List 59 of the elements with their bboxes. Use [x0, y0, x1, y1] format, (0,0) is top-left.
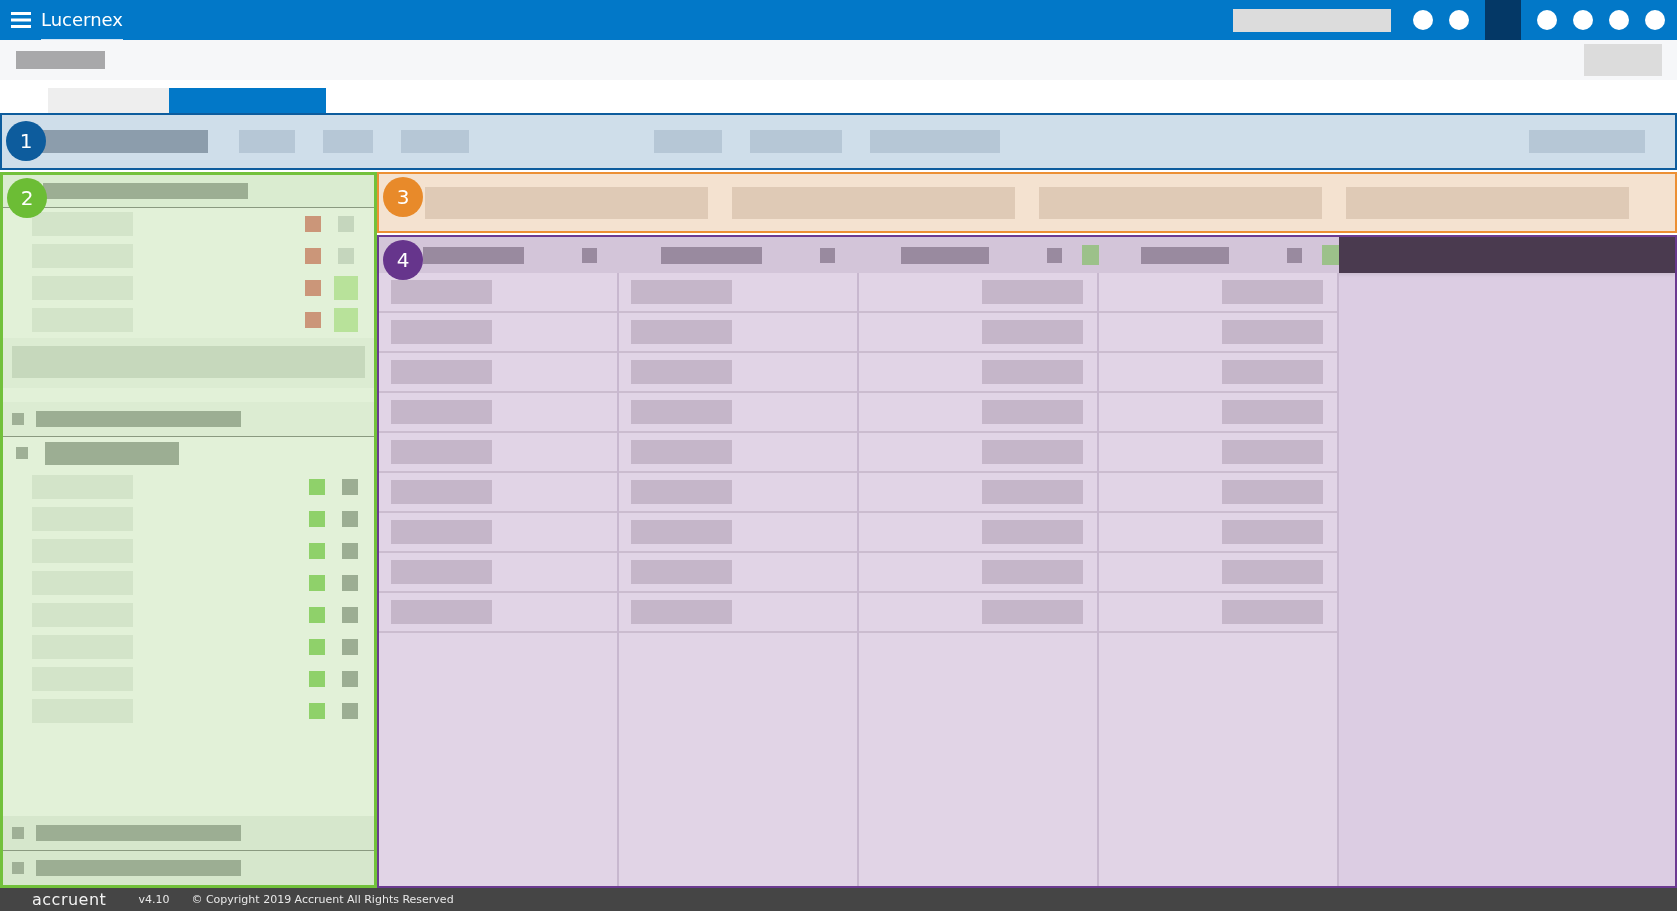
tab[interactable] — [169, 88, 326, 113]
square-icon — [305, 280, 321, 296]
copyright-text: © Copyright 2019 Accruent All Rights Reserved — [191, 893, 454, 906]
menu-icon[interactable] — [11, 12, 31, 28]
checkbox[interactable] — [338, 248, 354, 264]
tab[interactable] — [48, 88, 169, 113]
version-text: v4.10 — [138, 893, 170, 906]
placeholder-bar — [323, 130, 373, 153]
circle-icon[interactable] — [1413, 10, 1433, 30]
square-icon — [820, 247, 835, 263]
checkbox[interactable] — [338, 216, 354, 232]
placeholder-field[interactable] — [1346, 186, 1629, 219]
square-icon — [342, 607, 358, 623]
search-field[interactable] — [1233, 8, 1391, 32]
square-icon — [309, 543, 325, 559]
region-badge: 3 — [383, 177, 423, 217]
square-icon — [305, 312, 321, 328]
circle-icon[interactable] — [1449, 10, 1469, 30]
square-icon — [342, 639, 358, 655]
square-icon — [309, 511, 325, 527]
circle-icon[interactable] — [1645, 10, 1665, 30]
checkbox[interactable] — [334, 308, 358, 332]
square-icon — [342, 543, 358, 559]
square-icon — [342, 511, 358, 527]
square-icon — [309, 607, 325, 623]
placeholder-bar — [401, 130, 469, 153]
square-icon — [1286, 247, 1302, 263]
placeholder-bar — [239, 130, 295, 153]
square-icon — [342, 479, 358, 495]
placeholder-bar — [654, 130, 722, 153]
square-icon — [309, 703, 325, 719]
square-icon — [16, 447, 28, 459]
square-icon — [309, 479, 325, 495]
square-icon — [309, 671, 325, 687]
square-icon — [309, 575, 325, 591]
circle-icon[interactable] — [1537, 10, 1557, 30]
square-icon — [342, 703, 358, 719]
filter-indicator — [1321, 245, 1339, 265]
region-badge: 1 — [6, 121, 46, 161]
footer-logo: accruent — [32, 890, 107, 909]
square-icon — [582, 247, 597, 263]
square-icon — [12, 413, 24, 425]
circle-icon[interactable] — [1609, 10, 1629, 30]
placeholder-field[interactable] — [732, 186, 1015, 219]
circle-icon[interactable] — [1573, 10, 1593, 30]
filter-indicator — [1081, 245, 1099, 265]
placeholder-field[interactable] — [425, 186, 708, 219]
square-icon — [309, 639, 325, 655]
active-toolbar-slot[interactable] — [1485, 0, 1521, 40]
placeholder-button[interactable] — [1584, 44, 1662, 76]
square-icon — [12, 862, 24, 874]
checkbox[interactable] — [334, 276, 358, 300]
placeholder-field[interactable] — [1039, 186, 1322, 219]
square-icon — [342, 575, 358, 591]
square-icon — [1046, 247, 1062, 263]
square-icon — [305, 248, 321, 264]
square-icon — [12, 827, 24, 839]
square-icon — [342, 671, 358, 687]
square-icon — [305, 216, 321, 232]
